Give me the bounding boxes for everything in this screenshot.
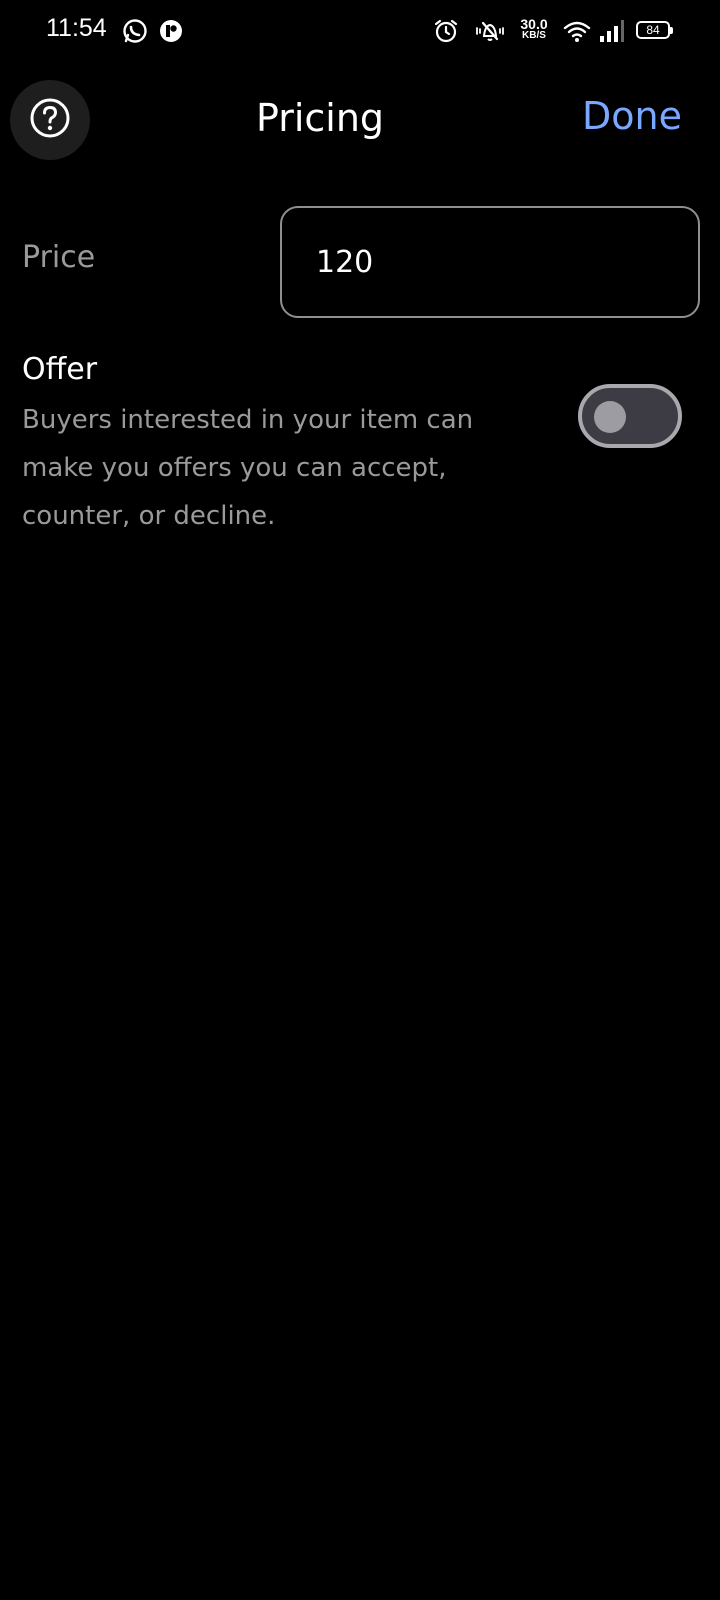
whatsapp-icon [122, 18, 148, 44]
offer-description: Buyers interested in your item can make … [22, 405, 474, 531]
offer-title: Offer [22, 352, 98, 387]
status-time: 11:54 [46, 14, 107, 42]
price-input[interactable] [280, 206, 700, 318]
network-speed: 30.0 KB/S [516, 17, 552, 41]
wifi-icon [562, 18, 592, 44]
offer-toggle[interactable] [578, 384, 682, 448]
silent-bell-icon [474, 18, 506, 44]
help-button[interactable] [10, 80, 90, 160]
page-title: Pricing [255, 96, 385, 140]
price-label: Price [22, 240, 96, 275]
question-circle-icon [29, 97, 71, 143]
alarm-icon [433, 18, 459, 44]
done-button[interactable]: Done [572, 94, 682, 138]
signal-icon [598, 18, 626, 44]
app-notification-icon [158, 18, 184, 44]
network-speed-value: 30.0 [520, 16, 548, 32]
battery-icon: 84 [636, 21, 673, 39]
status-bar: 11:54 30.0 KB/S 84 [0, 0, 720, 64]
toggle-knob [594, 401, 626, 433]
network-speed-unit: KB/S [522, 30, 546, 41]
